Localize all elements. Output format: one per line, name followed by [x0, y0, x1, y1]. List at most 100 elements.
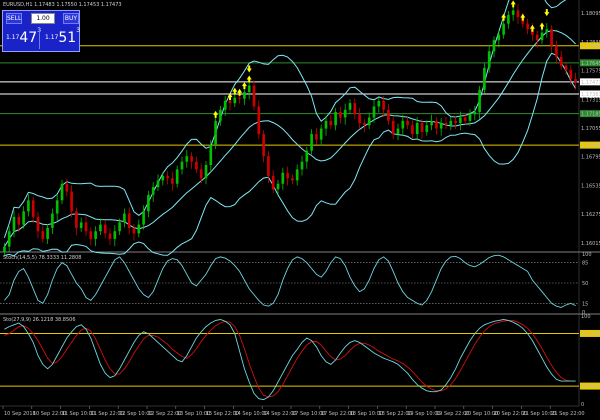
candle-body: [156, 180, 160, 188]
candle-body: [99, 224, 102, 232]
candle-body: [190, 156, 193, 162]
candle-body: [195, 161, 198, 170]
candle-body: [305, 150, 309, 162]
candle-body: [75, 211, 78, 228]
candle-body: [377, 100, 381, 107]
candle-body: [103, 224, 107, 234]
sell-price[interactable]: 1.17473: [6, 27, 41, 49]
candle-body: [223, 100, 227, 110]
candle-body: [310, 134, 313, 151]
candle-body: [339, 111, 342, 118]
candle-body: [483, 67, 486, 90]
candle-body: [406, 120, 409, 126]
candle-body: [89, 231, 93, 239]
candle-body: [118, 222, 121, 232]
candle-body: [569, 70, 573, 79]
candle-body: [271, 176, 275, 190]
candle-body: [540, 32, 544, 41]
candle-body: [36, 216, 40, 232]
candle-body: [449, 120, 453, 126]
time-label: 10 Sep 2018: [4, 411, 36, 417]
candle-body: [511, 10, 515, 15]
candle-body: [574, 78, 577, 83]
candle-body: [420, 123, 424, 132]
candle-body: [70, 191, 73, 212]
candle-body: [31, 200, 35, 217]
candle-body: [247, 85, 251, 93]
signal-up-arrow: [539, 22, 545, 30]
price-tick-label: 1.16015: [581, 241, 600, 247]
price-tick-label: 1.16535: [581, 183, 600, 189]
candle-body: [291, 178, 294, 181]
bollinger-upper: [3, 0, 567, 239]
candle-body: [300, 161, 304, 170]
price-label: 1.17800: [581, 44, 600, 50]
lot-size-field[interactable]: 1.00: [31, 13, 55, 24]
candle-body: [502, 23, 505, 35]
candle-body: [180, 161, 184, 170]
candle-body: [358, 114, 361, 124]
candle-body: [60, 183, 64, 201]
candle-body: [478, 89, 481, 112]
candle-body: [367, 117, 371, 126]
time-label: 21 Sep 22:00: [551, 411, 584, 417]
candle-body: [348, 103, 352, 110]
candle-body: [439, 123, 443, 129]
candle-body: [497, 34, 501, 41]
candle-body: [286, 172, 289, 179]
price-tick-label: 1.18095: [581, 11, 600, 17]
symbol-info-text: EURUSD,H1 1.17483 1.17550 1.17453 1.1747…: [3, 2, 122, 8]
price-label: 1.17645: [581, 61, 600, 67]
candle-body: [3, 246, 6, 253]
buy-price-prefix: 1.17: [45, 34, 59, 41]
price-label: 1.16900: [581, 143, 600, 149]
candle-body: [425, 125, 429, 132]
candle-body: [171, 178, 174, 184]
candle-body: [415, 123, 419, 135]
candle-body: [204, 164, 208, 179]
signal-up-arrow: [510, 0, 516, 8]
candle-body: [214, 120, 217, 146]
candle-body: [79, 222, 83, 228]
candle-body: [142, 211, 145, 225]
candle-body: [151, 187, 155, 195]
candle-body: [127, 213, 131, 228]
candle-body: [382, 100, 385, 110]
candle-body: [430, 120, 433, 126]
chart-canvas[interactable]: EURUSD,H1 1.17483 1.17550 1.17453 1.1747…: [0, 0, 600, 420]
candle-body: [276, 183, 280, 190]
candle-body: [185, 156, 189, 162]
candle-body: [262, 134, 265, 157]
candle-body: [65, 183, 69, 192]
stoch1-tick: 85: [582, 261, 588, 267]
candle-body: [487, 51, 491, 68]
candle-body: [463, 117, 467, 121]
candle-body: [41, 231, 45, 239]
buy-price-point: 3: [76, 27, 81, 34]
candle-body: [559, 56, 563, 66]
candle-body: [137, 224, 141, 234]
candle-body: [459, 117, 462, 124]
candle-body: [243, 92, 246, 99]
candle-body: [295, 169, 299, 181]
signal-up-arrow: [213, 110, 219, 118]
one-click-trade-panel[interactable]: SELL 1.00 BUY 1.17473 1.17513: [2, 10, 80, 52]
stoch2-signal-line: [4, 319, 576, 398]
buy-button[interactable]: BUY: [63, 13, 79, 24]
candle-body: [444, 123, 448, 126]
candle-body: [473, 111, 477, 115]
price-tick-label: 1.17055: [581, 126, 600, 132]
candle-body: [396, 128, 400, 135]
buy-price[interactable]: 1.17513: [45, 27, 81, 49]
candle-body: [108, 233, 112, 239]
sell-button[interactable]: SELL: [6, 13, 22, 24]
signal-up-arrow: [529, 24, 535, 32]
candle-body: [132, 227, 136, 234]
price-label: 1.17473: [581, 80, 600, 86]
candle-body: [209, 145, 213, 165]
stoch2-tick: 0: [581, 402, 584, 408]
stoch1-main-line: [4, 254, 576, 308]
candle-body: [161, 176, 165, 181]
candle-body: [435, 120, 438, 129]
candle-body: [564, 65, 568, 71]
